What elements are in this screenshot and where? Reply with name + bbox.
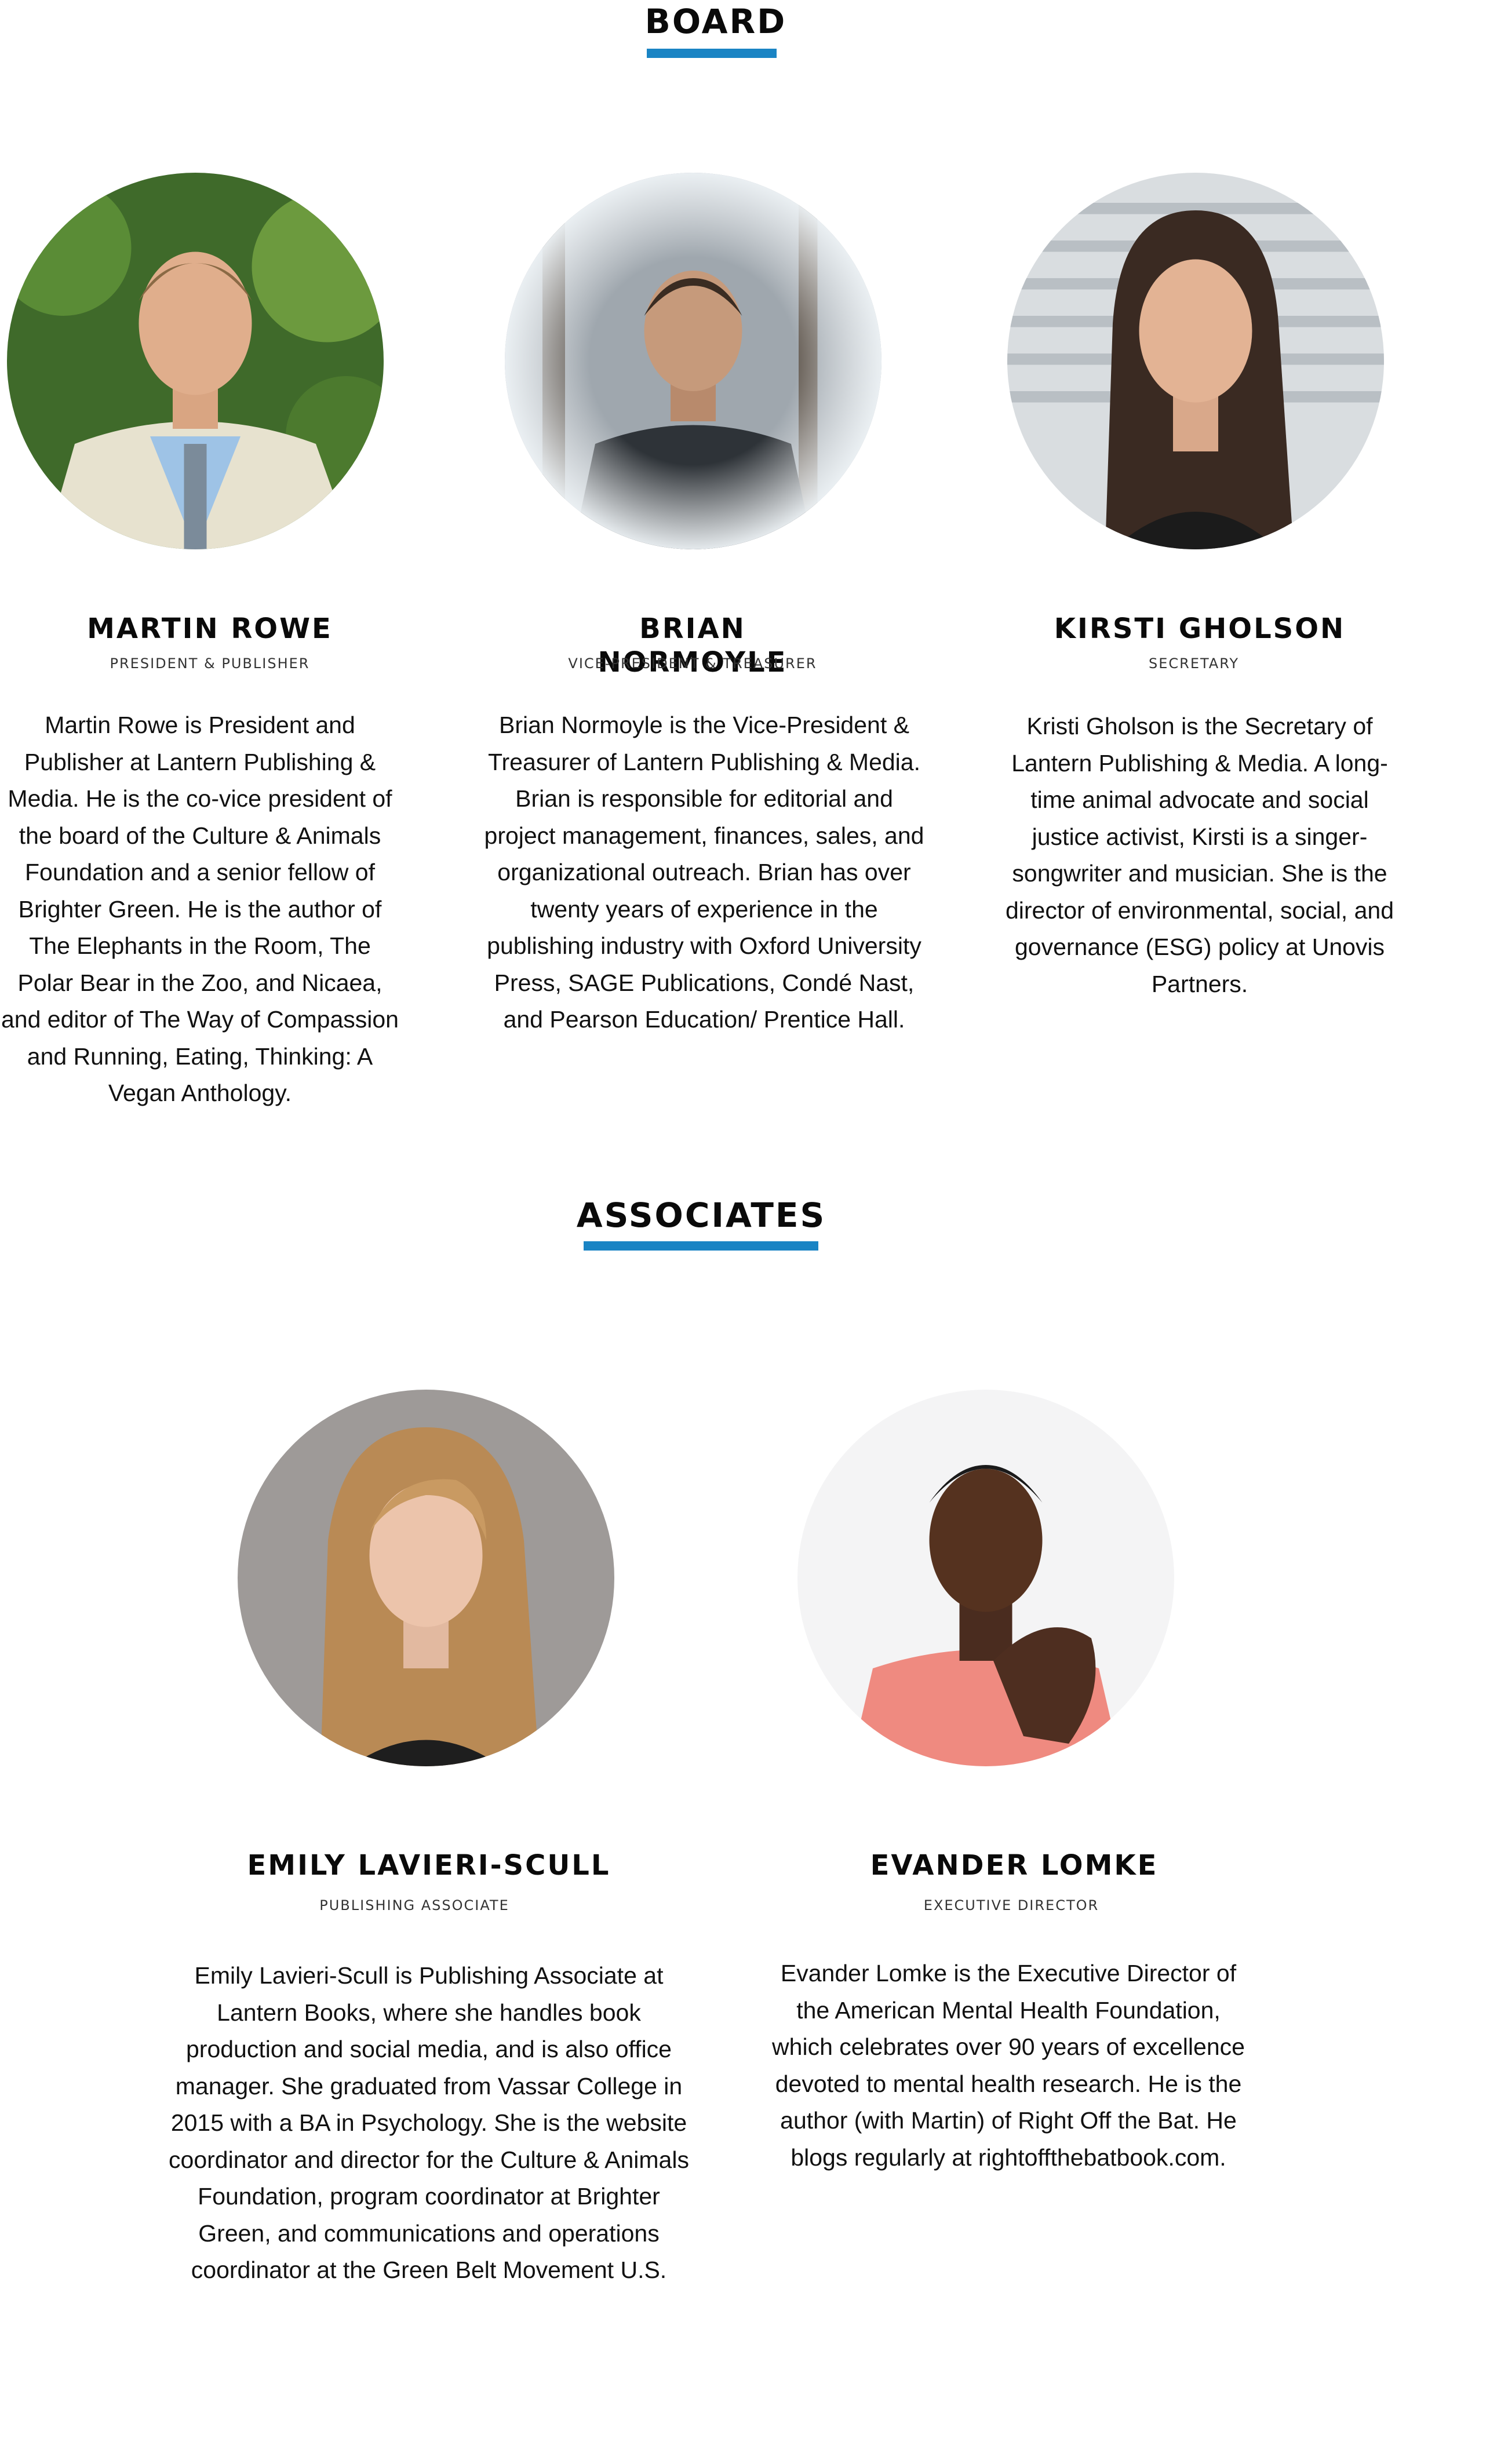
martin-rowe-name: MARTIN ROWE — [87, 613, 333, 645]
brian-normoyle-bio: Brian Normoyle is the Vice-President & T… — [484, 712, 924, 1033]
brian-normoyle-photo — [505, 173, 882, 549]
martin-rowe-bio: Martin Rowe is President and Publisher a… — [1, 712, 399, 1106]
kirsti-gholson-photo — [1007, 173, 1384, 549]
associates-heading: ASSOCIATES — [576, 1195, 826, 1235]
evander-lomke-bio: Evander Lomke is the Executive Director … — [772, 1960, 1245, 2171]
emily-lavieri-scull-name: EMILY LAVIERI-SCULL — [247, 1849, 611, 1882]
evander-lomke-role: EXECUTIVE DIRECTOR — [923, 1897, 1099, 1913]
emily-lavieri-scull-role: PUBLISHING ASSOCIATE — [319, 1897, 509, 1913]
martin-rowe-photo — [7, 173, 384, 549]
board-heading: BOARD — [644, 2, 787, 41]
emily-lavieri-scull-photo — [238, 1390, 614, 1766]
board-heading-underline — [647, 49, 777, 58]
kirsti-gholson-role: SECRETARY — [1148, 655, 1239, 672]
brian-normoyle-role: VICE-PRESIDENT & TREASURER — [568, 655, 817, 672]
kirsti-gholson-bio: Kristi Gholson is the Secretary of Lante… — [1005, 713, 1394, 997]
evander-lomke-name: EVANDER LOMKE — [870, 1849, 1159, 1882]
emily-lavieri-scull-bio: Emily Lavieri-Scull is Publishing Associ… — [169, 1962, 689, 2283]
evander-lomke-photo — [797, 1390, 1174, 1766]
martin-rowe-role: PRESIDENT & PUBLISHER — [110, 655, 310, 672]
kirsti-gholson-name: KIRSTI GHOLSON — [1054, 613, 1346, 645]
associates-heading-underline — [584, 1241, 818, 1251]
